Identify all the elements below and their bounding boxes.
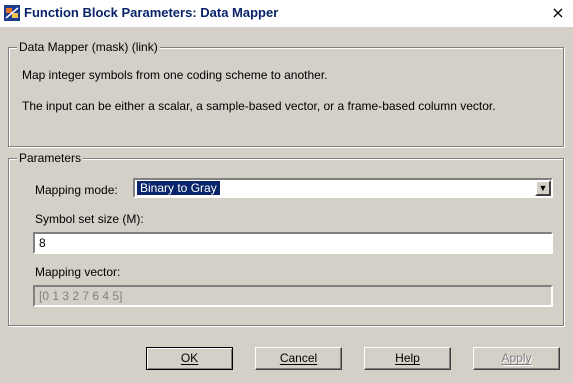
simulink-block-icon bbox=[4, 5, 20, 21]
parameters-legend: Parameters bbox=[17, 151, 84, 165]
mapping-mode-select[interactable]: Binary to Gray ▼ bbox=[133, 178, 553, 198]
mapping-vector-field: [0 1 3 2 7 6 4 5] bbox=[33, 285, 553, 307]
apply-button-label: Apply bbox=[501, 351, 532, 365]
chevron-down-icon[interactable]: ▼ bbox=[535, 180, 551, 196]
cancel-button[interactable]: Cancel bbox=[255, 347, 342, 370]
mask-description-line-1: Map integer symbols from one coding sche… bbox=[22, 68, 328, 82]
mapping-mode-value: Binary to Gray bbox=[136, 180, 221, 196]
window-title: Function Block Parameters: Data Mapper bbox=[24, 5, 279, 20]
apply-button: Apply bbox=[473, 347, 560, 370]
help-button[interactable]: Help bbox=[364, 347, 451, 370]
mapping-vector-label: Mapping vector: bbox=[35, 265, 121, 279]
ok-button-label: OK bbox=[180, 351, 199, 365]
cancel-button-label: Cancel bbox=[279, 351, 318, 365]
title-bar[interactable]: Function Block Parameters: Data Mapper × bbox=[0, 0, 573, 27]
mask-description-line-2: The input can be either a scalar, a samp… bbox=[22, 99, 496, 113]
symbol-set-size-field[interactable]: 8 bbox=[33, 232, 553, 254]
ok-button[interactable]: OK bbox=[146, 347, 233, 370]
dialog-body: Data Mapper (mask) (link) Map integer sy… bbox=[0, 27, 573, 383]
symbol-set-size-label: Symbol set size (M): bbox=[35, 212, 144, 226]
help-button-label: Help bbox=[395, 351, 420, 365]
close-icon[interactable]: × bbox=[549, 4, 567, 22]
mask-legend: Data Mapper (mask) (link) bbox=[17, 40, 160, 54]
mapping-mode-label: Mapping mode: bbox=[35, 183, 118, 197]
